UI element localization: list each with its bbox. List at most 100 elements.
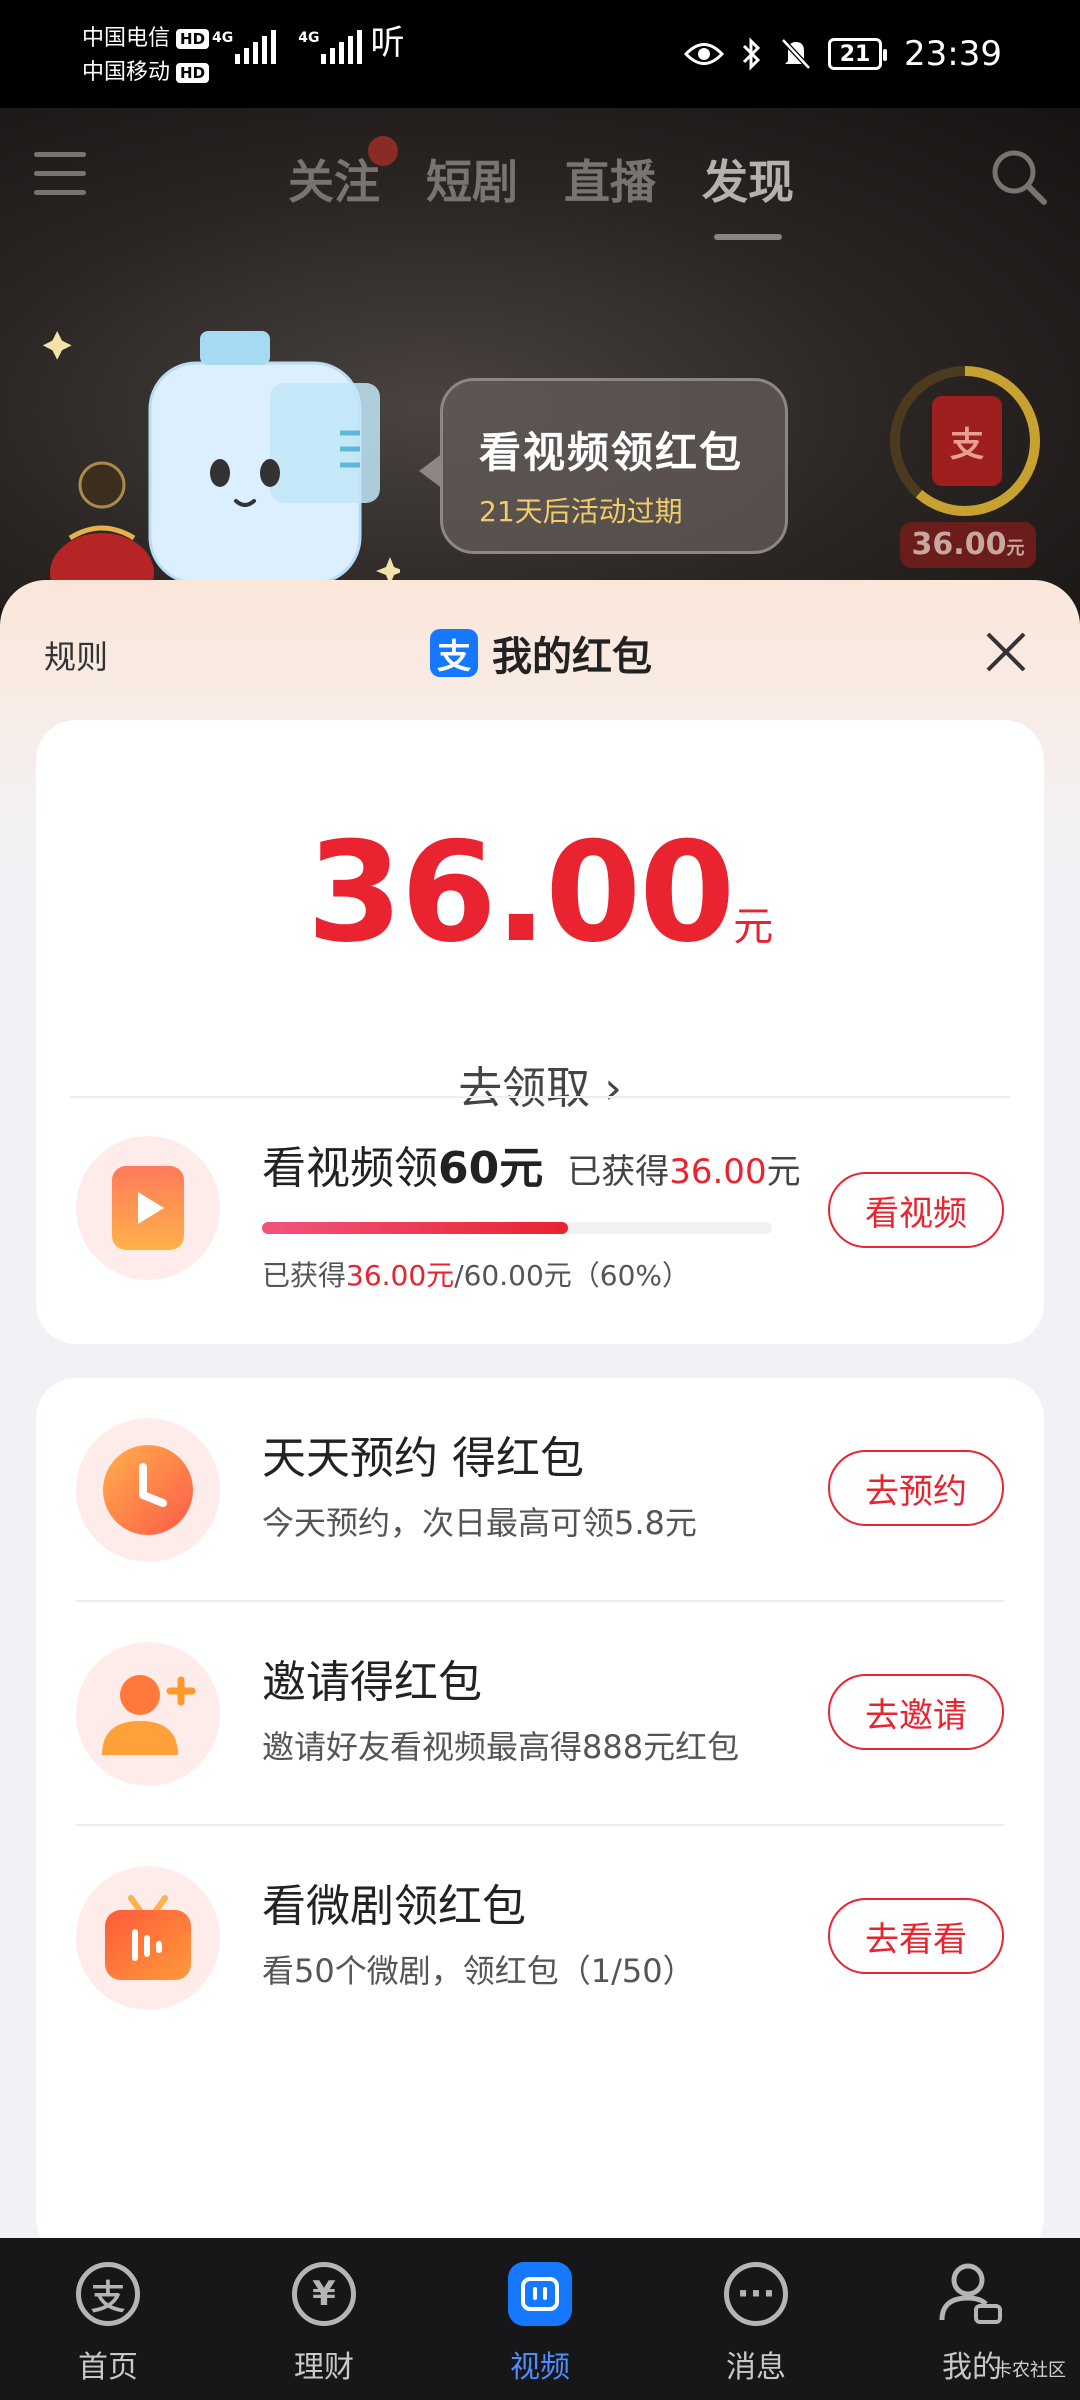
hearing-icon: 听 (370, 23, 405, 63)
earned-amount: 36.00 (669, 1152, 767, 1192)
tab-wealth-label: 理财 (294, 2350, 354, 2385)
divider (70, 1096, 1010, 1098)
sheet-title: 支 我的红包 (430, 624, 652, 682)
divider (76, 1600, 1004, 1602)
balance-card: 36.00元 去领取 › 看视频领60元 已获得36.00元 已获得36.00元… (36, 720, 1044, 1344)
earned-label: 已获得 (567, 1152, 670, 1192)
network-type: 4G (298, 30, 320, 46)
progress-fill (262, 1222, 568, 1234)
bluetooth-icon (742, 37, 761, 71)
invite-button[interactable]: 去邀请 (828, 1674, 1004, 1750)
carrier-info: 中国电信 HD 中国移动 HD (82, 22, 210, 90)
progress-label: 已获得 (262, 1259, 347, 1292)
tab-messages[interactable]: ··· 消息 (648, 2238, 864, 2400)
signal-1-icon: 4G (212, 30, 277, 64)
alipay-home-icon: 支 (76, 2262, 140, 2326)
video-task-earned: 已获得36.00元 (567, 1152, 800, 1192)
add-user-icon (102, 1675, 196, 1755)
clock-icon (103, 1445, 193, 1535)
tab-label: 关注 (288, 155, 380, 209)
carrier-2: 中国移动 (82, 60, 171, 85)
invite-task-subtitle: 邀请好友看视频最高得888元红包 (262, 1728, 740, 1766)
carrier-1: 中国电信 (82, 26, 171, 51)
play-icon (112, 1166, 184, 1250)
balance-number: 36.00 (306, 812, 736, 973)
ring-unit: 元 (1006, 538, 1025, 559)
video-task-icon-wrap (76, 1136, 220, 1280)
ring-amount-badge: 36.00元 (900, 522, 1036, 568)
user-profile-icon (939, 2263, 1002, 2324)
watermark: 卡农社区 (994, 2360, 1066, 2381)
status-bar: 中国电信 HD 中国移动 HD 4G 4G 听 21 23:39 (0, 0, 1080, 108)
search-icon[interactable] (990, 148, 1048, 206)
mute-bell-icon (781, 38, 811, 70)
tab-discover[interactable]: 发现 (702, 146, 794, 240)
tab-home[interactable]: 支 首页 (0, 2238, 216, 2400)
balance-unit: 元 (733, 904, 774, 950)
promo-expiry: 21天后活动过期 (479, 495, 683, 528)
signal-2-icon: 4G 听 (298, 23, 404, 64)
top-tabs: 关注 短剧 直播 发现 (288, 136, 794, 240)
promo-bubble[interactable]: 看视频领红包 21天后活动过期 (419, 378, 788, 554)
bottom-tab-bar: 支 首页 ¥ 理财 视频 ··· 消息 我的 卡农社区 (0, 2238, 1080, 2400)
balance-amount: 36.00元 (36, 812, 1044, 973)
network-type: 4G (212, 30, 234, 46)
video-task-title-prefix: 看视频领 (262, 1143, 438, 1194)
yuan-icon: ¥ (292, 2262, 356, 2326)
tv-icon (105, 1895, 191, 1980)
claim-link[interactable]: 去领取 › (36, 1052, 1044, 1116)
tab-home-label: 首页 (78, 2350, 138, 2385)
mascot-illustration (42, 331, 400, 603)
reserve-button[interactable]: 去预约 (828, 1450, 1004, 1526)
progress-total: /60.00元（60%） (454, 1259, 691, 1292)
watch-drama-button[interactable]: 去看看 (828, 1898, 1004, 1974)
chevron-right-icon: › (604, 1063, 622, 1114)
tab-live[interactable]: 直播 (564, 146, 656, 212)
close-icon[interactable] (984, 630, 1028, 674)
menu-icon[interactable] (34, 152, 86, 198)
signal-indicators: 4G 4G 听 (212, 23, 404, 64)
red-packet-icon: 支 (932, 396, 1002, 486)
progress-earned: 36.00元 (346, 1259, 455, 1292)
status-right: 21 23:39 (684, 30, 1002, 78)
tab-video-label: 视频 (510, 2350, 570, 2385)
micro-drama-task-title: 看微剧领红包 (262, 1881, 526, 1932)
tab-short-drama[interactable]: 短剧 (426, 146, 518, 212)
video-task-progress-bar (262, 1222, 772, 1234)
tab-follow[interactable]: 关注 (288, 136, 398, 212)
invite-task-icon-wrap (76, 1642, 220, 1786)
sheet-header: 规则 支 我的红包 (0, 580, 1080, 720)
tab-wealth[interactable]: ¥ 理财 (216, 2238, 432, 2400)
hd-badge: HD (176, 29, 210, 49)
divider (76, 1824, 1004, 1826)
invite-task-title: 邀请得红包 (262, 1657, 482, 1708)
chat-bubble-icon: ··· (724, 2262, 788, 2326)
ring-amount: 36.00 (911, 527, 1007, 562)
claim-label: 去领取 (458, 1063, 591, 1114)
top-nav: 关注 短剧 直播 发现 (0, 108, 1080, 248)
promo-title: 看视频领红包 (479, 428, 744, 477)
reserve-task-title: 天天预约 得红包 (262, 1433, 584, 1484)
video-glyph (521, 2277, 559, 2311)
video-task-progress-text: 已获得36.00元/60.00元（60%） (262, 1254, 690, 1294)
video-task-target: 60元 (438, 1143, 544, 1194)
reserve-task-icon-wrap (76, 1418, 220, 1562)
micro-drama-task-subtitle: 看50个微剧，领红包（1/50） (262, 1952, 695, 1990)
earned-unit: 元 (766, 1152, 801, 1192)
tab-video[interactable]: 视频 (432, 2238, 648, 2400)
watch-video-button[interactable]: 看视频 (828, 1172, 1004, 1248)
micro-drama-task-icon-wrap (76, 1866, 220, 2010)
sheet-title-text: 我的红包 (492, 634, 652, 680)
video-tab-icon (508, 2262, 572, 2326)
video-background: 关注 短剧 直播 发现 看视频领红包 21天后活动过期 支 36.00元 (0, 108, 1080, 608)
clock-time: 23:39 (904, 34, 1002, 74)
tab-messages-label: 消息 (726, 2350, 786, 2385)
hd-badge: HD (176, 63, 210, 83)
reserve-task-subtitle: 今天预约，次日最高可领5.8元 (262, 1504, 697, 1542)
eye-icon (684, 43, 725, 65)
notification-dot (368, 136, 398, 166)
rules-link[interactable]: 规则 (44, 632, 108, 678)
red-packet-progress-ring[interactable]: 支 (890, 366, 1040, 516)
red-packet-sheet: 规则 支 我的红包 36.00元 去领取 › 看视频领60元 已获得36.00元… (0, 580, 1080, 2258)
video-task-title: 看视频领60元 已获得36.00元 (262, 1132, 801, 1196)
